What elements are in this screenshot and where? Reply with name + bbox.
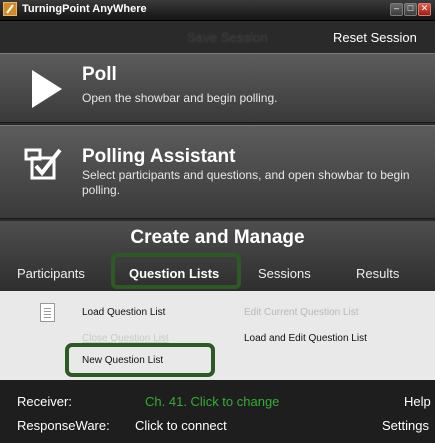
create-and-manage-title: Create and Manage bbox=[130, 227, 305, 248]
session-bar: Save Session Reset Session bbox=[0, 21, 435, 50]
save-session-button[interactable]: Save Session bbox=[187, 30, 268, 45]
play-icon bbox=[32, 70, 62, 108]
poll-description: Open the showbar and begin polling. bbox=[82, 91, 278, 105]
help-link[interactable]: Help bbox=[404, 394, 431, 409]
close-icon[interactable]: ✕ bbox=[418, 3, 431, 16]
load-question-list-link[interactable]: Load Question List bbox=[82, 307, 165, 318]
polling-assistant-title: Polling Assistant bbox=[82, 146, 236, 167]
document-icon bbox=[40, 303, 55, 322]
polling-assistant-icon bbox=[24, 146, 64, 187]
poll-title: Poll bbox=[82, 64, 117, 85]
edit-current-question-list-link[interactable]: Edit Current Question List bbox=[244, 307, 359, 318]
maximize-icon[interactable]: □ bbox=[404, 3, 417, 16]
tab-results[interactable]: Results bbox=[356, 266, 399, 281]
tab-participants[interactable]: Participants bbox=[17, 266, 85, 281]
polling-assistant-button[interactable]: Polling Assistant Select participants an… bbox=[0, 125, 435, 219]
settings-link[interactable]: Settings bbox=[382, 418, 429, 433]
receiver-channel-link[interactable]: Ch. 41. Click to change bbox=[145, 394, 279, 409]
poll-button[interactable]: Poll Open the showbar and begin polling. bbox=[0, 53, 435, 123]
app-logo-icon bbox=[3, 2, 17, 16]
question-lists-highlight bbox=[111, 253, 241, 289]
responseware-label: ResponseWare: bbox=[17, 418, 110, 433]
title-bar: TurningPoint AnyWhere – □ ✕ bbox=[0, 0, 435, 21]
tab-sessions[interactable]: Sessions bbox=[258, 266, 311, 281]
polling-assistant-description: Select participants and questions, and o… bbox=[82, 168, 410, 197]
window-title: TurningPoint AnyWhere bbox=[22, 3, 147, 15]
minimize-icon[interactable]: – bbox=[390, 3, 403, 16]
receiver-label: Receiver: bbox=[17, 394, 72, 409]
reset-session-button[interactable]: Reset Session bbox=[333, 30, 417, 45]
app-window: TurningPoint AnyWhere – □ ✕ Save Session… bbox=[0, 0, 435, 443]
status-footer: Receiver: Ch. 41. Click to change Help R… bbox=[0, 380, 435, 443]
new-question-list-highlight bbox=[65, 343, 215, 377]
load-and-edit-question-list-link[interactable]: Load and Edit Question List bbox=[244, 333, 367, 344]
responseware-connect-link[interactable]: Click to connect bbox=[135, 418, 227, 433]
